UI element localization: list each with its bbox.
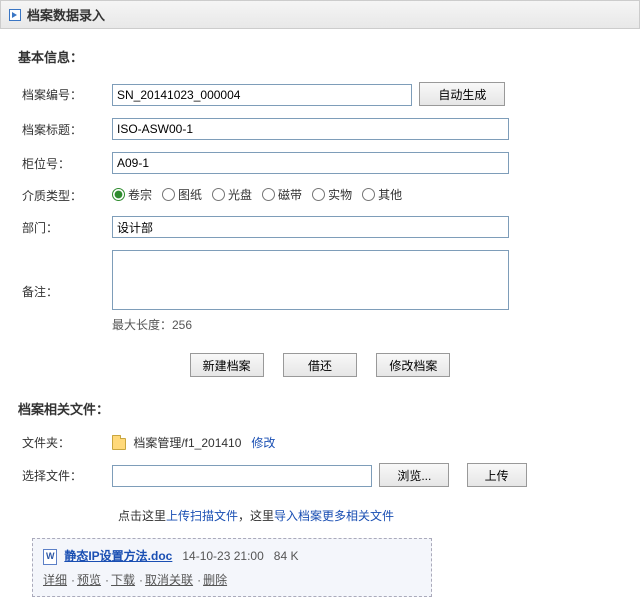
archive-no-input[interactable] — [112, 84, 412, 106]
media-radio[interactable] — [362, 188, 375, 201]
section-related-files: 档案相关文件： — [18, 399, 622, 418]
page-title: 档案数据录入 — [27, 5, 105, 24]
modify-archive-button[interactable]: 修改档案 — [376, 353, 450, 377]
media-option[interactable]: 光盘 — [212, 186, 252, 203]
tip-text: 点击这里上传扫描文件，这里导入档案更多相关文件 — [118, 507, 622, 524]
file-op-link[interactable]: 取消关联 — [145, 573, 193, 587]
auto-generate-button[interactable]: 自动生成 — [419, 82, 505, 106]
section-basic-info: 基本信息： — [18, 47, 622, 66]
borrow-return-button[interactable]: 借还 — [283, 353, 357, 377]
media-radio[interactable] — [212, 188, 225, 201]
attached-file-box: 静态IP设置方法.doc 14-10-23 21:00 84 K 详细·预览·下… — [32, 538, 432, 597]
browse-button[interactable]: 浏览... — [379, 463, 449, 487]
media-radio[interactable] — [312, 188, 325, 201]
label-cabinet-no: 柜位号： — [18, 146, 108, 180]
folder-path: 档案管理/f1_201410 — [133, 436, 241, 450]
file-op-link[interactable]: 预览 — [77, 573, 101, 587]
media-option[interactable]: 图纸 — [162, 186, 202, 203]
title-bar: 档案数据录入 — [0, 0, 640, 29]
label-select-file: 选择文件： — [18, 457, 108, 493]
file-op-link[interactable]: 下载 — [111, 573, 135, 587]
file-op-link[interactable]: 删除 — [203, 573, 227, 587]
action-button-row: 新建档案 借还 修改档案 — [18, 353, 622, 377]
folder-icon — [112, 438, 126, 450]
media-option[interactable]: 其他 — [362, 186, 402, 203]
media-radio[interactable] — [112, 188, 125, 201]
media-option[interactable]: 磁带 — [262, 186, 302, 203]
label-archive-title: 档案标题： — [18, 112, 108, 146]
cabinet-no-input[interactable] — [112, 152, 509, 174]
media-radio[interactable] — [262, 188, 275, 201]
label-media-type: 介质类型： — [18, 180, 108, 210]
dept-input[interactable] — [112, 216, 509, 238]
upload-scan-link[interactable]: 上传扫描文件 — [166, 509, 238, 523]
label-remark: 备注： — [18, 244, 108, 339]
remark-textarea[interactable] — [112, 250, 509, 310]
file-size: 84 K — [274, 549, 299, 563]
select-file-input[interactable] — [112, 465, 372, 487]
label-folder: 文件夹： — [18, 428, 108, 457]
archive-title-input[interactable] — [112, 118, 509, 140]
file-name-link[interactable]: 静态IP设置方法.doc — [64, 549, 172, 563]
remark-maxlen-hint: 最大长度：256 — [112, 316, 618, 333]
arrow-icon — [9, 9, 21, 21]
media-type-group: 卷宗图纸光盘磁带实物其他 — [108, 180, 622, 210]
file-date: 14-10-23 21:00 — [182, 549, 263, 563]
media-radio[interactable] — [162, 188, 175, 201]
label-dept: 部门： — [18, 210, 108, 244]
basic-form: 档案编号： 自动生成 档案标题： 柜位号： 介质类型： 卷宗图纸光盘磁带实物其他… — [18, 76, 622, 339]
label-archive-no: 档案编号： — [18, 76, 108, 112]
files-form: 文件夹： 档案管理/f1_201410 修改 选择文件： 浏览... 上传 — [18, 428, 622, 493]
modify-folder-link[interactable]: 修改 — [251, 436, 275, 450]
doc-file-icon — [43, 549, 57, 565]
media-option[interactable]: 卷宗 — [112, 186, 152, 203]
file-ops-row: 详细·预览·下载·取消关联·删除 — [43, 571, 421, 588]
import-more-link[interactable]: 导入档案更多相关文件 — [274, 509, 394, 523]
upload-button[interactable]: 上传 — [467, 463, 527, 487]
file-op-link[interactable]: 详细 — [43, 573, 67, 587]
new-archive-button[interactable]: 新建档案 — [190, 353, 264, 377]
media-option[interactable]: 实物 — [312, 186, 352, 203]
